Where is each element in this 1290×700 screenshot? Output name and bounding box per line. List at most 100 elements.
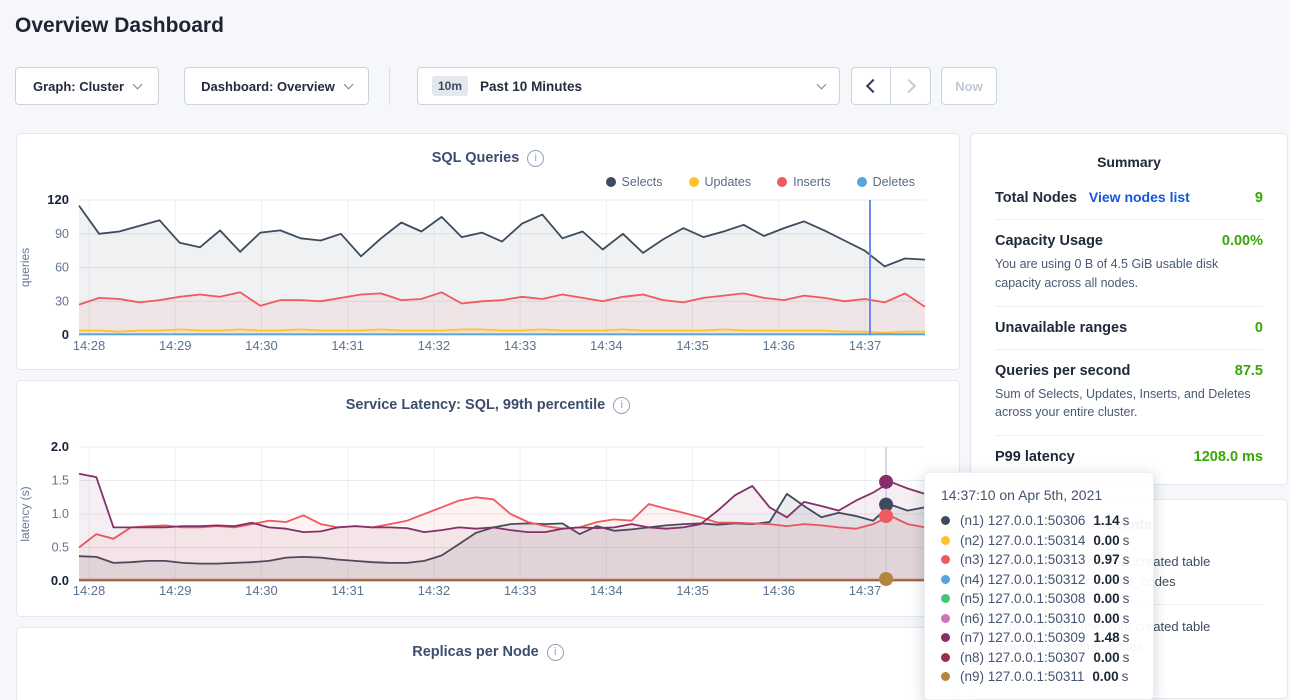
legend-item-selects: Selects xyxy=(606,175,663,189)
svg-text:14:30: 14:30 xyxy=(245,583,278,598)
qps-label: Queries per second xyxy=(995,363,1130,379)
summary-row-qps: Queries per second 87.5 Sum of Selects, … xyxy=(995,350,1263,437)
chevron-right-icon xyxy=(901,79,915,93)
capacity-usage-label: Capacity Usage xyxy=(995,233,1103,249)
time-range-badge: 10m xyxy=(432,76,468,96)
graph-dropdown-label: Graph: Cluster xyxy=(33,79,124,94)
node-color-dot xyxy=(941,516,950,525)
svg-text:14:35: 14:35 xyxy=(676,338,709,353)
summary-title: Summary xyxy=(995,154,1263,170)
tooltip-node-row: (n4) 127.0.0.1:503120.00s xyxy=(941,570,1137,590)
tooltip-timestamp: 14:37:10 on Apr 5th, 2021 xyxy=(941,487,1137,503)
sql-queries-card: SQL Queries i SelectsUpdatesInsertsDelet… xyxy=(16,133,960,370)
legend-dot xyxy=(689,177,699,187)
svg-text:30: 30 xyxy=(55,294,69,308)
svg-text:0: 0 xyxy=(62,327,69,342)
tooltip-node-row: (n6) 127.0.0.1:503100.00s xyxy=(941,609,1137,629)
chart-hover-tooltip: 14:37:10 on Apr 5th, 2021 (n1) 127.0.0.1… xyxy=(924,472,1154,700)
service-latency-title: Service Latency: SQL, 99th percentile xyxy=(346,397,606,413)
crosshair-dot xyxy=(879,572,893,586)
unavailable-ranges-value: 0 xyxy=(1255,320,1263,336)
unavailable-ranges-label: Unavailable ranges xyxy=(995,320,1127,336)
svg-text:queries: queries xyxy=(18,248,32,287)
sql-queries-chart[interactable]: 030609012014:2814:2914:3014:3114:3214:33… xyxy=(17,192,959,361)
svg-text:60: 60 xyxy=(55,261,69,275)
page-title: Overview Dashboard xyxy=(15,14,1290,38)
svg-text:14:36: 14:36 xyxy=(763,338,796,353)
svg-text:14:34: 14:34 xyxy=(590,583,623,598)
svg-text:14:34: 14:34 xyxy=(590,338,623,353)
dashboard-dropdown-label: Dashboard: Overview xyxy=(201,79,335,94)
service-latency-canvas[interactable]: 0.00.51.01.52.014:2814:2914:3014:3114:32… xyxy=(17,427,945,599)
legend-dot xyxy=(606,177,616,187)
p99-latency-value: 1208.0 ms xyxy=(1194,449,1263,465)
svg-text:14:29: 14:29 xyxy=(159,338,192,353)
svg-text:14:32: 14:32 xyxy=(418,583,451,598)
svg-text:14:37: 14:37 xyxy=(849,583,882,598)
legend-dot xyxy=(857,177,867,187)
sql-queries-legend: Selects Updates Inserts Deletes xyxy=(17,172,959,192)
node-color-dot xyxy=(941,633,950,642)
charts-column: SQL Queries i SelectsUpdatesInsertsDelet… xyxy=(16,133,960,700)
chevron-down-icon xyxy=(343,80,353,90)
node-color-dot xyxy=(941,594,950,603)
svg-text:14:30: 14:30 xyxy=(245,338,278,353)
tooltip-node-row: (n2) 127.0.0.1:503140.00s xyxy=(941,531,1137,551)
total-nodes-value: 9 xyxy=(1255,190,1263,206)
sql-queries-canvas[interactable]: 030609012014:2814:2914:3014:3114:3214:33… xyxy=(17,192,945,356)
chevron-down-icon xyxy=(817,80,827,90)
svg-text:14:32: 14:32 xyxy=(418,338,451,353)
info-icon[interactable]: i xyxy=(527,150,544,167)
node-color-dot xyxy=(941,555,950,564)
svg-text:1.5: 1.5 xyxy=(52,474,69,488)
summary-panel: Summary Total Nodes View nodes list 9 Ca… xyxy=(970,133,1288,485)
crosshair-dot xyxy=(879,475,893,489)
time-range-selector[interactable]: 10m Past 10 Minutes xyxy=(417,67,840,105)
summary-row-total-nodes: Total Nodes View nodes list 9 xyxy=(995,176,1263,220)
qps-desc: Sum of Selects, Updates, Inserts, and De… xyxy=(995,385,1263,423)
time-range-label: Past 10 Minutes xyxy=(480,79,806,94)
svg-text:90: 90 xyxy=(55,227,69,241)
info-icon[interactable]: i xyxy=(613,397,630,414)
view-nodes-list-link[interactable]: View nodes list xyxy=(1089,189,1190,205)
dashboard-dropdown[interactable]: Dashboard: Overview xyxy=(184,67,369,105)
svg-text:14:33: 14:33 xyxy=(504,583,537,598)
node-color-dot xyxy=(941,672,950,681)
summary-row-unavailable-ranges: Unavailable ranges 0 xyxy=(995,307,1263,350)
chevron-down-icon xyxy=(133,80,143,90)
legend-item-inserts: Inserts xyxy=(777,175,831,189)
svg-text:14:37: 14:37 xyxy=(849,338,882,353)
capacity-usage-desc: You are using 0 B of 4.5 GiB usable disk… xyxy=(995,255,1263,293)
service-latency-chart[interactable]: 0.00.51.01.52.014:2814:2914:3014:3114:32… xyxy=(17,427,959,604)
p99-latency-label: P99 latency xyxy=(995,449,1075,465)
svg-text:14:28: 14:28 xyxy=(73,583,106,598)
legend-item-updates: Updates xyxy=(689,175,752,189)
svg-text:2.0: 2.0 xyxy=(51,439,69,454)
graph-dropdown[interactable]: Graph: Cluster xyxy=(15,67,159,105)
chevron-left-icon xyxy=(866,79,880,93)
time-prev-button[interactable] xyxy=(851,67,891,105)
tooltip-node-row: (n3) 127.0.0.1:503130.97s xyxy=(941,550,1137,570)
time-pager xyxy=(851,67,931,105)
svg-text:14:28: 14:28 xyxy=(73,338,106,353)
svg-text:14:36: 14:36 xyxy=(763,583,796,598)
svg-text:14:29: 14:29 xyxy=(159,583,192,598)
replicas-per-node-card: Replicas per Node i xyxy=(16,627,960,700)
toolbar: Graph: Cluster Dashboard: Overview 10m P… xyxy=(15,67,1275,105)
legend-item-deletes: Deletes xyxy=(857,175,915,189)
service-latency-card: Service Latency: SQL, 99th percentile i … xyxy=(16,380,960,617)
tooltip-node-row: (n1) 127.0.0.1:503061.14s xyxy=(941,511,1137,531)
time-next-button[interactable] xyxy=(891,67,931,105)
qps-value: 87.5 xyxy=(1235,363,1263,379)
svg-text:1.0: 1.0 xyxy=(52,507,69,521)
node-color-dot xyxy=(941,614,950,623)
svg-text:14:35: 14:35 xyxy=(676,583,709,598)
svg-text:latency (s): latency (s) xyxy=(18,486,32,541)
now-button[interactable]: Now xyxy=(941,67,997,105)
crosshair-dot xyxy=(879,509,893,523)
tooltip-node-row: (n9) 127.0.0.1:503110.00s xyxy=(941,667,1137,687)
tooltip-node-row: (n8) 127.0.0.1:503070.00s xyxy=(941,648,1137,668)
info-icon[interactable]: i xyxy=(547,644,564,661)
replicas-per-node-title: Replicas per Node xyxy=(412,644,539,660)
svg-text:14:31: 14:31 xyxy=(331,338,364,353)
